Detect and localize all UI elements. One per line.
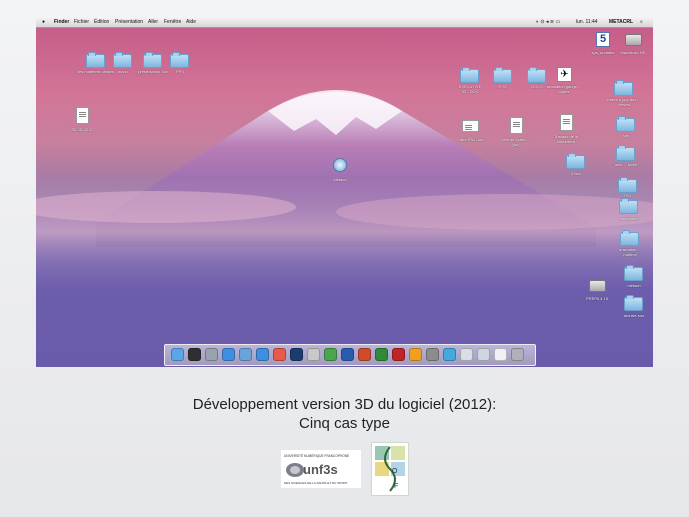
folder-icon[interactable]	[620, 230, 639, 246]
folder-icon[interactable]	[460, 67, 479, 83]
folder-icon[interactable]	[618, 177, 637, 193]
folder-icon[interactable]	[616, 116, 635, 132]
powerpoint-icon[interactable]	[358, 348, 371, 361]
app-label[interactable]: simulation gauge ... toutes	[546, 84, 582, 94]
document-icon[interactable]	[510, 117, 523, 134]
trash-icon[interactable]	[511, 348, 524, 361]
preview-icon[interactable]	[307, 348, 320, 361]
dock	[164, 344, 536, 366]
metacrl-app-icon[interactable]	[333, 158, 347, 172]
folder-icon[interactable]	[527, 67, 546, 83]
word-icon[interactable]	[341, 348, 354, 361]
document-icon[interactable]	[560, 114, 573, 131]
menu-edition[interactable]: Édition	[94, 17, 109, 27]
folder-icon[interactable]	[616, 145, 635, 161]
document-label[interactable]: lecture Actes ... (doc)	[498, 137, 534, 147]
folder-icon[interactable]	[619, 198, 638, 214]
safari-icon[interactable]	[222, 348, 235, 361]
folder-icon[interactable]	[624, 265, 643, 281]
document-icon[interactable]	[462, 120, 479, 132]
document-label[interactable]: Carte ENJ.doc	[452, 137, 488, 142]
folder-label[interactable]: mini ... lycée	[608, 162, 644, 167]
svg-text:unf3s: unf3s	[303, 462, 338, 477]
menu-fichier[interactable]: Fichier	[74, 17, 89, 27]
simulation-app-icon[interactable]: ✈	[557, 67, 572, 82]
folder-icon[interactable]	[614, 80, 633, 96]
folder-label[interactable]: EXECUTIVE 3D...DOC	[452, 84, 488, 94]
launchpad-icon[interactable]	[205, 348, 218, 361]
downloads-icon[interactable]	[477, 348, 490, 361]
document-label[interactable]: 3D 3D 2012	[64, 127, 100, 132]
folder-label[interactable]: PPX	[162, 69, 198, 74]
sync-icon[interactable]	[409, 348, 422, 361]
menu-bar: ● Finder Fichier Édition Présentation Al…	[36, 17, 653, 28]
mail-icon[interactable]	[239, 348, 252, 361]
itunes-icon[interactable]	[324, 348, 337, 361]
metacrl-icon[interactable]	[443, 348, 456, 361]
menu-finder[interactable]: Finder	[54, 17, 69, 27]
folder-label[interactable]: archive sos	[616, 313, 652, 318]
menubar-clock[interactable]: lun. 11:44	[576, 17, 598, 27]
updates-app-icon[interactable]: 5	[596, 32, 610, 47]
folder-label[interactable]: mises à jour des ... élèves	[606, 97, 642, 107]
app-label[interactable]: Metacrl	[322, 177, 358, 182]
document-label[interactable]: Travaux de la simulation	[548, 134, 584, 144]
folder-label[interactable]: PV1	[610, 193, 646, 198]
menu-aide[interactable]: Aide	[186, 17, 196, 27]
unf3s-logo: UNIVERSITÉ NUMÉRIQUE FRANCOPHONE unf3s D…	[281, 450, 361, 488]
document-icon[interactable]	[76, 107, 89, 124]
menu-fenetre[interactable]: Fenêtre	[164, 17, 181, 27]
finder-icon[interactable]	[171, 348, 184, 361]
photoshop-icon[interactable]	[290, 348, 303, 361]
svg-text:F: F	[394, 483, 398, 490]
folder-icon[interactable]	[493, 67, 512, 83]
folder-icon[interactable]	[566, 153, 585, 169]
hard-drive-icon[interactable]	[625, 34, 642, 46]
calendar-icon[interactable]	[273, 348, 286, 361]
drive-label[interactable]: Macintosh HD	[615, 50, 651, 55]
folder-icon[interactable]	[170, 52, 189, 68]
sfb-logo: O F	[371, 442, 409, 496]
documents-icon[interactable]	[460, 348, 473, 361]
drive-label[interactable]: PREPA 4 15	[579, 296, 615, 301]
menu-presentation[interactable]: Présentation	[115, 17, 143, 27]
apple-icon[interactable]: ●	[42, 17, 45, 27]
folder-label[interactable]: X Box	[558, 171, 594, 176]
folder-label[interactable]: sys	[608, 133, 644, 138]
folder-icon[interactable]	[624, 295, 643, 311]
menu-aller[interactable]: Aller	[148, 17, 158, 27]
svg-text:O: O	[392, 468, 398, 475]
svg-text:DES SCIENCES DE LA SANTÉ ET DU: DES SCIENCES DE LA SANTÉ ET DU SPORT	[284, 480, 348, 485]
excel-icon[interactable]	[375, 348, 388, 361]
folder-label[interactable]: EYE	[485, 84, 521, 89]
spotlight-icon[interactable]: ⌕	[640, 17, 643, 27]
folder-icon[interactable]	[143, 52, 162, 68]
display-icon[interactable]	[494, 348, 507, 361]
folder-label[interactable]: metacrl	[616, 283, 652, 288]
folder-label[interactable]: emmanuel	[611, 216, 647, 221]
external-drive-icon[interactable]	[589, 280, 606, 292]
status-icons[interactable]: ◐ ⊙ ◂ ≋ ▭	[536, 17, 560, 27]
svg-text:UNIVERSITÉ NUMÉRIQUE FRANCOPHO: UNIVERSITÉ NUMÉRIQUE FRANCOPHONE	[284, 453, 349, 458]
appstore-icon[interactable]	[256, 348, 269, 361]
slide-caption-subtitle: Cinq cas type	[299, 415, 390, 432]
folder-label[interactable]: ensemble ... martine	[612, 247, 648, 257]
desktop-screen: ● Finder Fichier Édition Présentation Al…	[36, 17, 653, 367]
dashboard-icon[interactable]	[188, 348, 201, 361]
acrobat-icon[interactable]	[392, 348, 405, 361]
folder-icon[interactable]	[113, 52, 132, 68]
slide-caption-title: Développement version 3D du logiciel (20…	[192, 396, 497, 413]
folder-icon[interactable]	[86, 52, 105, 68]
system-preferences-icon[interactable]	[426, 348, 439, 361]
menubar-user[interactable]: METACRL	[609, 17, 633, 27]
